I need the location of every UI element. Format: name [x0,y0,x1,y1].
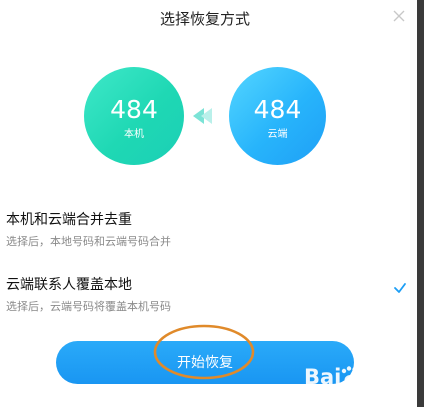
local-contacts-circle: 484 本机 [84,67,184,165]
restore-dialog: 选择恢复方式 484 本机 484 云端 本机和云端合并去重 选择后，本地号码和… [0,0,424,407]
option-description: 选择后，云端号码将覆盖本机号码 [6,300,171,313]
option-title: 本机和云端合并去重 [6,212,132,228]
cloud-count: 484 [253,95,302,124]
double-arrow-left-icon [193,108,212,124]
window-edge [417,0,424,407]
baidu-watermark: Bai 经验 [304,365,392,389]
watermark-url: jingyan.baidu.com [332,386,411,395]
checkmark-icon [394,283,406,293]
dialog-title: 选择恢复方式 [159,10,250,28]
cloud-contacts-circle: 484 云端 [229,67,326,165]
cloud-label: 云端 [267,129,288,140]
option-merge[interactable]: 本机和云端合并去重 选择后，本地号码和云端号码合并 [0,205,410,260]
option-description: 选择后，本地号码和云端号码合并 [6,235,171,248]
local-count: 484 [110,95,158,124]
paw-icon [341,366,359,385]
option-title: 云端联系人覆盖本地 [6,277,132,293]
local-label: 本机 [124,129,144,140]
close-icon[interactable] [392,9,406,23]
option-overwrite[interactable]: 云端联系人覆盖本地 选择后，云端号码将覆盖本机号码 [0,270,410,320]
